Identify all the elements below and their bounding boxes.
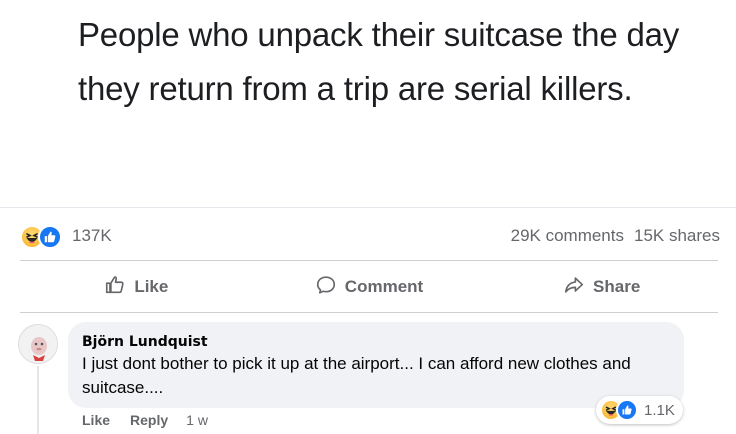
share-button[interactable]: Share [485, 268, 718, 306]
comment-reaction-count: 1.1K [644, 401, 675, 419]
post-stats: 137K 29K comments 15K shares [20, 220, 720, 252]
thumbs-up-icon [104, 274, 126, 301]
comment-bubble: Björn Lundquist I just dont bother to pi… [68, 322, 684, 408]
like-button[interactable]: Like [20, 268, 253, 306]
like-icon [38, 225, 62, 249]
comment-reactions[interactable]: 1.1K [596, 396, 683, 424]
post-actions: Like Comment Share [20, 268, 718, 306]
like-icon [616, 399, 638, 421]
divider [20, 260, 718, 261]
post-text: People who unpack their suitcase the day… [78, 16, 680, 107]
divider [20, 312, 718, 313]
comment-author[interactable]: Björn Lundquist [82, 334, 670, 350]
share-arrow-icon [563, 274, 585, 301]
shares-count[interactable]: 15K shares [634, 226, 720, 246]
comment-actions: Like Reply 1 w [82, 412, 208, 428]
comment-label: Comment [344, 277, 424, 296]
comments-count[interactable]: 29K comments [511, 226, 624, 246]
comment-button[interactable]: Comment [253, 268, 486, 306]
comment-timestamp[interactable]: 1 w [186, 412, 208, 428]
like-label: Like [134, 277, 169, 296]
reactions-summary[interactable]: 137K [20, 223, 112, 249]
share-label: Share [593, 277, 641, 296]
comment-like-link[interactable]: Like [82, 412, 110, 428]
reaction-count: 137K [72, 226, 112, 245]
comment-text: I just dont bother to pick it up at the … [82, 354, 631, 397]
avatar[interactable] [18, 324, 58, 364]
thread-line [37, 366, 39, 434]
reaction-icons [20, 223, 66, 249]
comment-bubble-icon [315, 274, 337, 301]
comment-reaction-icons [600, 399, 640, 421]
comment-reply-link[interactable]: Reply [130, 412, 168, 428]
divider [0, 207, 736, 208]
